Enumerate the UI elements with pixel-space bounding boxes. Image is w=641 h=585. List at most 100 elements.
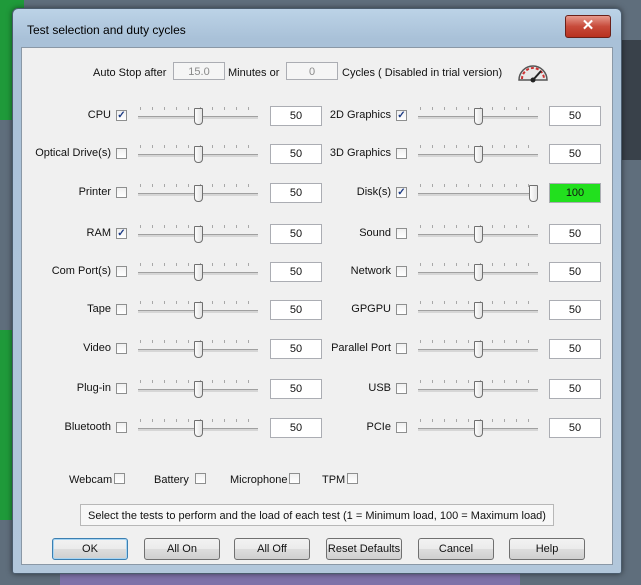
test-checkbox-ram[interactable]: ✓ bbox=[116, 228, 127, 239]
load-slider-bluetooth[interactable] bbox=[138, 417, 258, 439]
slider-thumb[interactable] bbox=[194, 264, 203, 281]
test-checkbox-bluetooth[interactable] bbox=[116, 422, 127, 433]
test-label-sound: Sound bbox=[359, 227, 391, 239]
load-input-plug-in[interactable]: 50 bbox=[270, 379, 322, 399]
slider-thumb[interactable] bbox=[474, 302, 483, 319]
load-slider-parallel-port[interactable] bbox=[418, 338, 538, 360]
test-checkbox-pcie[interactable] bbox=[396, 422, 407, 433]
test-checkbox-video[interactable] bbox=[116, 343, 127, 354]
test-checkbox-optical-drive-s[interactable] bbox=[116, 148, 127, 159]
slider-thumb[interactable] bbox=[474, 108, 483, 125]
load-slider-usb[interactable] bbox=[418, 378, 538, 400]
load-input-disk-s[interactable]: 100 bbox=[549, 183, 601, 203]
load-slider-gpgpu[interactable] bbox=[418, 299, 538, 321]
cycles-input[interactable]: 0 bbox=[286, 62, 338, 80]
slider-thumb[interactable] bbox=[474, 341, 483, 358]
test-checkbox-usb[interactable] bbox=[396, 383, 407, 394]
test-label-disk-s: Disk(s) bbox=[356, 186, 391, 198]
check-icon: ✓ bbox=[397, 110, 406, 121]
test-label-plug-in: Plug-in bbox=[76, 382, 111, 394]
slider-thumb[interactable] bbox=[474, 146, 483, 163]
test-label-ram: RAM bbox=[86, 227, 111, 239]
all-off-button[interactable]: All Off bbox=[234, 538, 310, 560]
reset-defaults-button[interactable]: Reset Defaults bbox=[326, 538, 402, 560]
ok-button[interactable]: OK bbox=[52, 538, 128, 560]
close-icon: ✕ bbox=[581, 17, 595, 34]
load-input-network[interactable]: 50 bbox=[549, 262, 601, 282]
load-slider-tape[interactable] bbox=[138, 299, 258, 321]
load-slider-disk-s[interactable] bbox=[418, 182, 538, 204]
test-checkbox-tpm[interactable] bbox=[347, 473, 358, 484]
help-button[interactable]: Help bbox=[509, 538, 585, 560]
load-input-ram[interactable]: 50 bbox=[270, 224, 322, 244]
test-checkbox-webcam[interactable] bbox=[114, 473, 125, 484]
slider-thumb[interactable] bbox=[194, 185, 203, 202]
auto-stop-row: Auto Stop after 15.0 Minutes or 0 Cycles… bbox=[22, 62, 612, 84]
slider-thumb[interactable] bbox=[474, 226, 483, 243]
load-slider-com-port-s[interactable] bbox=[138, 261, 258, 283]
test-checkbox-network[interactable] bbox=[396, 266, 407, 277]
test-checkbox-3d-graphics[interactable] bbox=[396, 148, 407, 159]
test-checkbox-com-port-s[interactable] bbox=[116, 266, 127, 277]
close-button[interactable]: ✕ bbox=[565, 15, 611, 38]
slider-thumb[interactable] bbox=[194, 108, 203, 125]
load-input-sound[interactable]: 50 bbox=[549, 224, 601, 244]
test-checkbox-parallel-port[interactable] bbox=[396, 343, 407, 354]
load-slider-network[interactable] bbox=[418, 261, 538, 283]
test-checkbox-gpgpu[interactable] bbox=[396, 304, 407, 315]
load-input-video[interactable]: 50 bbox=[270, 339, 322, 359]
load-input-printer[interactable]: 50 bbox=[270, 183, 322, 203]
slider-thumb[interactable] bbox=[474, 381, 483, 398]
load-input-optical-drive-s[interactable]: 50 bbox=[270, 144, 322, 164]
test-checkbox-printer[interactable] bbox=[116, 187, 127, 198]
slider-thumb[interactable] bbox=[194, 302, 203, 319]
cancel-button[interactable]: Cancel bbox=[418, 538, 494, 560]
test-label-printer: Printer bbox=[78, 186, 111, 198]
load-slider-printer[interactable] bbox=[138, 182, 258, 204]
test-checkbox-microphone[interactable] bbox=[289, 473, 300, 484]
slider-thumb[interactable] bbox=[529, 185, 538, 202]
test-checkbox-2d-graphics[interactable]: ✓ bbox=[396, 110, 407, 121]
load-input-bluetooth[interactable]: 50 bbox=[270, 418, 322, 438]
minutes-input[interactable]: 15.0 bbox=[173, 62, 225, 80]
test-checkbox-sound[interactable] bbox=[396, 228, 407, 239]
slider-thumb[interactable] bbox=[474, 264, 483, 281]
load-slider-sound[interactable] bbox=[418, 223, 538, 245]
test-label-2d-graphics: 2D Graphics bbox=[329, 109, 391, 121]
slider-thumb[interactable] bbox=[194, 420, 203, 437]
load-slider-optical-drive-s[interactable] bbox=[138, 143, 258, 165]
load-input-usb[interactable]: 50 bbox=[549, 379, 601, 399]
load-slider-video[interactable] bbox=[138, 338, 258, 360]
title-bar[interactable]: Test selection and duty cycles ✕ bbox=[13, 9, 621, 43]
load-input-cpu[interactable]: 50 bbox=[270, 106, 322, 126]
load-input-tape[interactable]: 50 bbox=[270, 300, 322, 320]
test-label-parallel-port: Parallel Port bbox=[331, 342, 391, 354]
all-on-button[interactable]: All On bbox=[144, 538, 220, 560]
load-slider-plug-in[interactable] bbox=[138, 378, 258, 400]
test-checkbox-plug-in[interactable] bbox=[116, 383, 127, 394]
test-checkbox-disk-s[interactable]: ✓ bbox=[396, 187, 407, 198]
slider-thumb[interactable] bbox=[194, 341, 203, 358]
load-input-com-port-s[interactable]: 50 bbox=[270, 262, 322, 282]
test-label-network: Network bbox=[350, 265, 391, 277]
load-slider-cpu[interactable] bbox=[138, 105, 258, 127]
load-input-3d-graphics[interactable]: 50 bbox=[549, 144, 601, 164]
test-label-tpm: TPM bbox=[322, 474, 346, 486]
load-input-gpgpu[interactable]: 50 bbox=[549, 300, 601, 320]
slider-thumb[interactable] bbox=[474, 420, 483, 437]
slider-thumb[interactable] bbox=[194, 226, 203, 243]
load-slider-ram[interactable] bbox=[138, 223, 258, 245]
load-input-parallel-port[interactable]: 50 bbox=[549, 339, 601, 359]
slider-thumb[interactable] bbox=[194, 381, 203, 398]
test-checkbox-cpu[interactable]: ✓ bbox=[116, 110, 127, 121]
load-slider-3d-graphics[interactable] bbox=[418, 143, 538, 165]
test-checkbox-tape[interactable] bbox=[116, 304, 127, 315]
load-slider-2d-graphics[interactable] bbox=[418, 105, 538, 127]
slider-thumb[interactable] bbox=[194, 146, 203, 163]
load-input-pcie[interactable]: 50 bbox=[549, 418, 601, 438]
test-label-com-port-s: Com Port(s) bbox=[51, 265, 111, 277]
load-input-2d-graphics[interactable]: 50 bbox=[549, 106, 601, 126]
test-label-3d-graphics: 3D Graphics bbox=[329, 147, 391, 159]
test-checkbox-battery[interactable] bbox=[195, 473, 206, 484]
load-slider-pcie[interactable] bbox=[418, 417, 538, 439]
